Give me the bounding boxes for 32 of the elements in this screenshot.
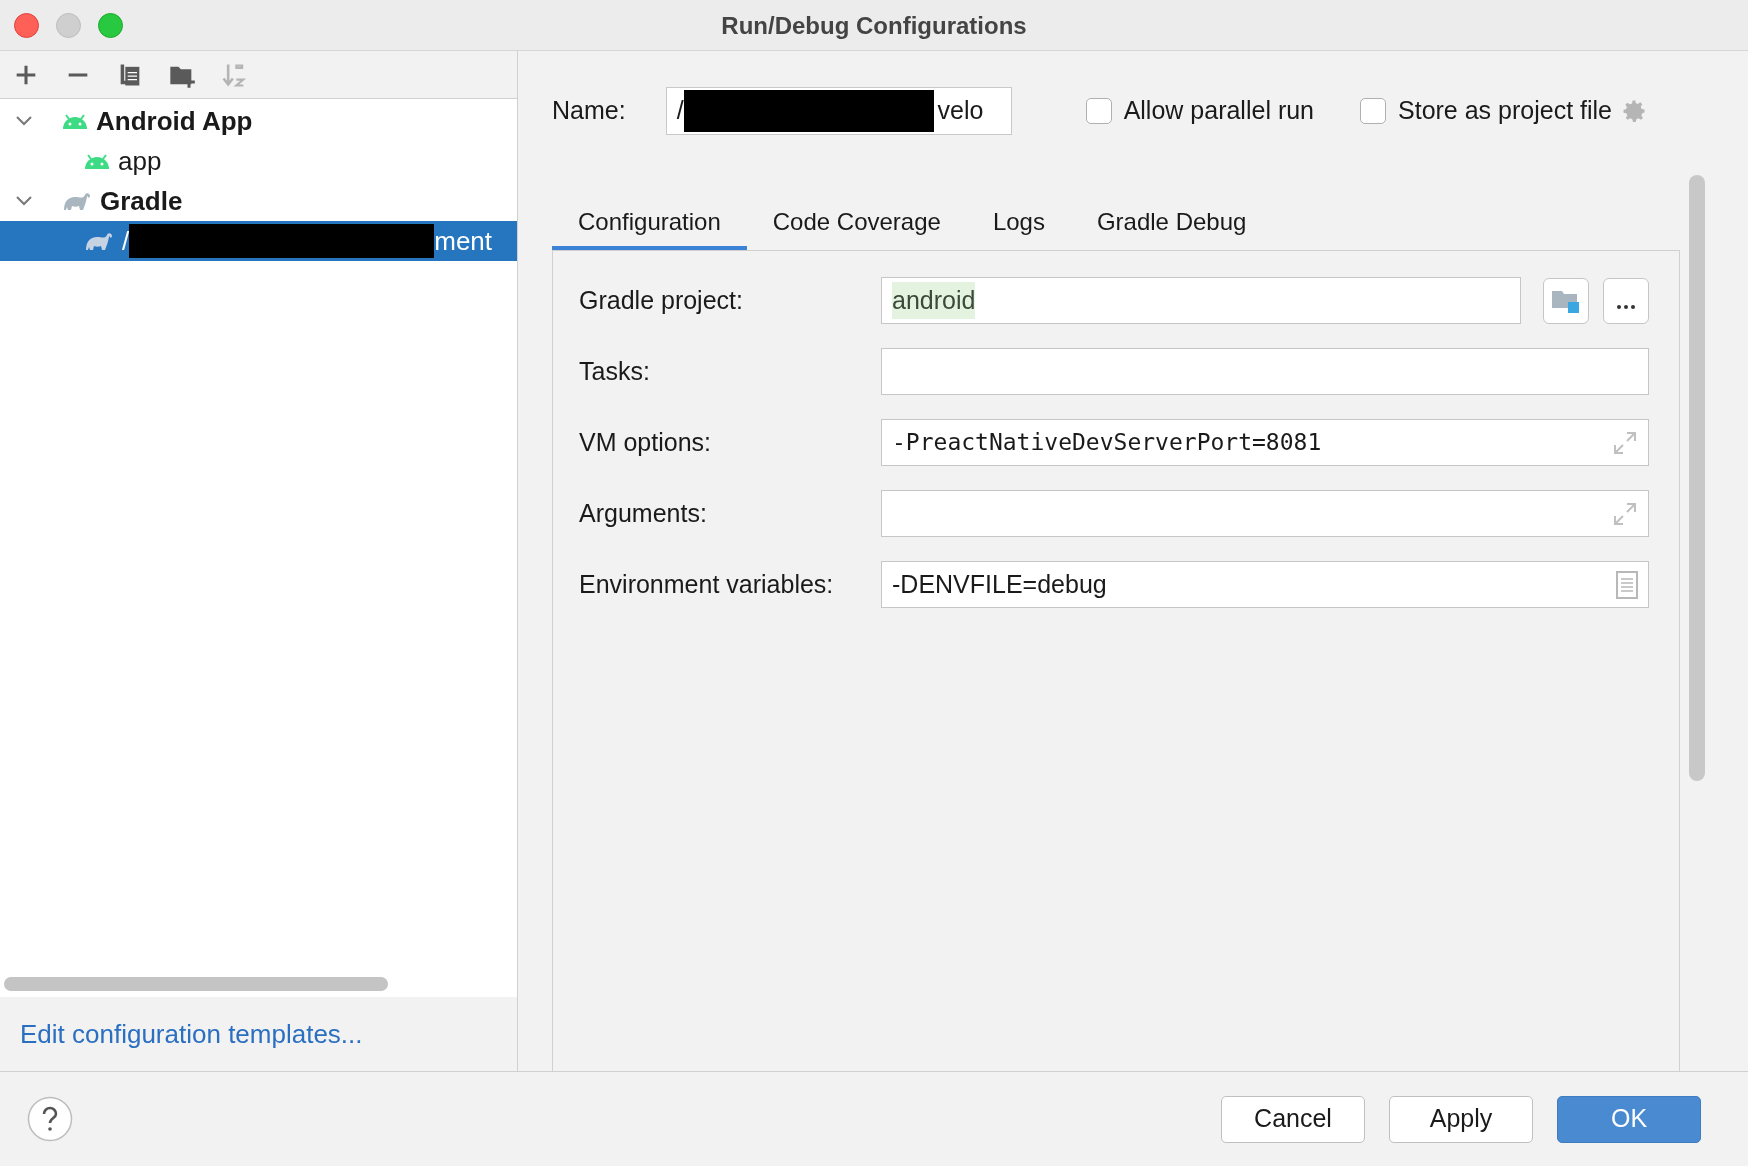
name-text: / (676, 95, 684, 127)
checkbox-label: Allow parallel run (1123, 95, 1314, 127)
field-label: Arguments: (579, 497, 708, 529)
tree-label: Android App (96, 104, 253, 138)
dialog-button[interactable]: Apply (1389, 1095, 1533, 1143)
input-field[interactable]: -PreactNativeDevServerPort=8081 (881, 419, 1649, 466)
input-field[interactable]: -DENVFILE=debug (881, 561, 1649, 608)
tab[interactable]: Configuration (552, 198, 747, 250)
tree-item[interactable]: Gradle (0, 181, 517, 221)
tab[interactable]: Logs (966, 198, 1071, 250)
tree-item[interactable]: / ment (0, 221, 517, 261)
checkbox-label: Store as project file (1398, 95, 1612, 127)
dialog-button[interactable]: OK (1557, 1095, 1701, 1143)
tree-label: Gradle (100, 184, 183, 218)
name-field[interactable]: / velo (665, 87, 1012, 135)
tree-label: / (122, 224, 130, 258)
tree-label: ment (434, 224, 493, 258)
field-label: VM options: (579, 426, 712, 458)
tree-item[interactable]: Android App (0, 101, 517, 141)
tab[interactable]: Code Coverage (746, 198, 967, 250)
edit-templates-link[interactable]: Edit configuration templates... (20, 1014, 363, 1054)
name-text: velo (937, 95, 984, 127)
tab[interactable]: Gradle Debug (1070, 198, 1273, 250)
dialog-button[interactable]: Cancel (1221, 1095, 1365, 1143)
field-label: Gradle project: (579, 284, 744, 316)
name-label: Name: (552, 95, 626, 127)
tree-label: app (118, 144, 162, 178)
field-label: Environment variables: (579, 568, 835, 600)
window-title: Run/Debug Configurations (721, 10, 1027, 41)
field-label: Tasks: (579, 355, 651, 387)
tree-item[interactable]: app (0, 141, 517, 181)
input-field[interactable]: android (881, 277, 1521, 324)
